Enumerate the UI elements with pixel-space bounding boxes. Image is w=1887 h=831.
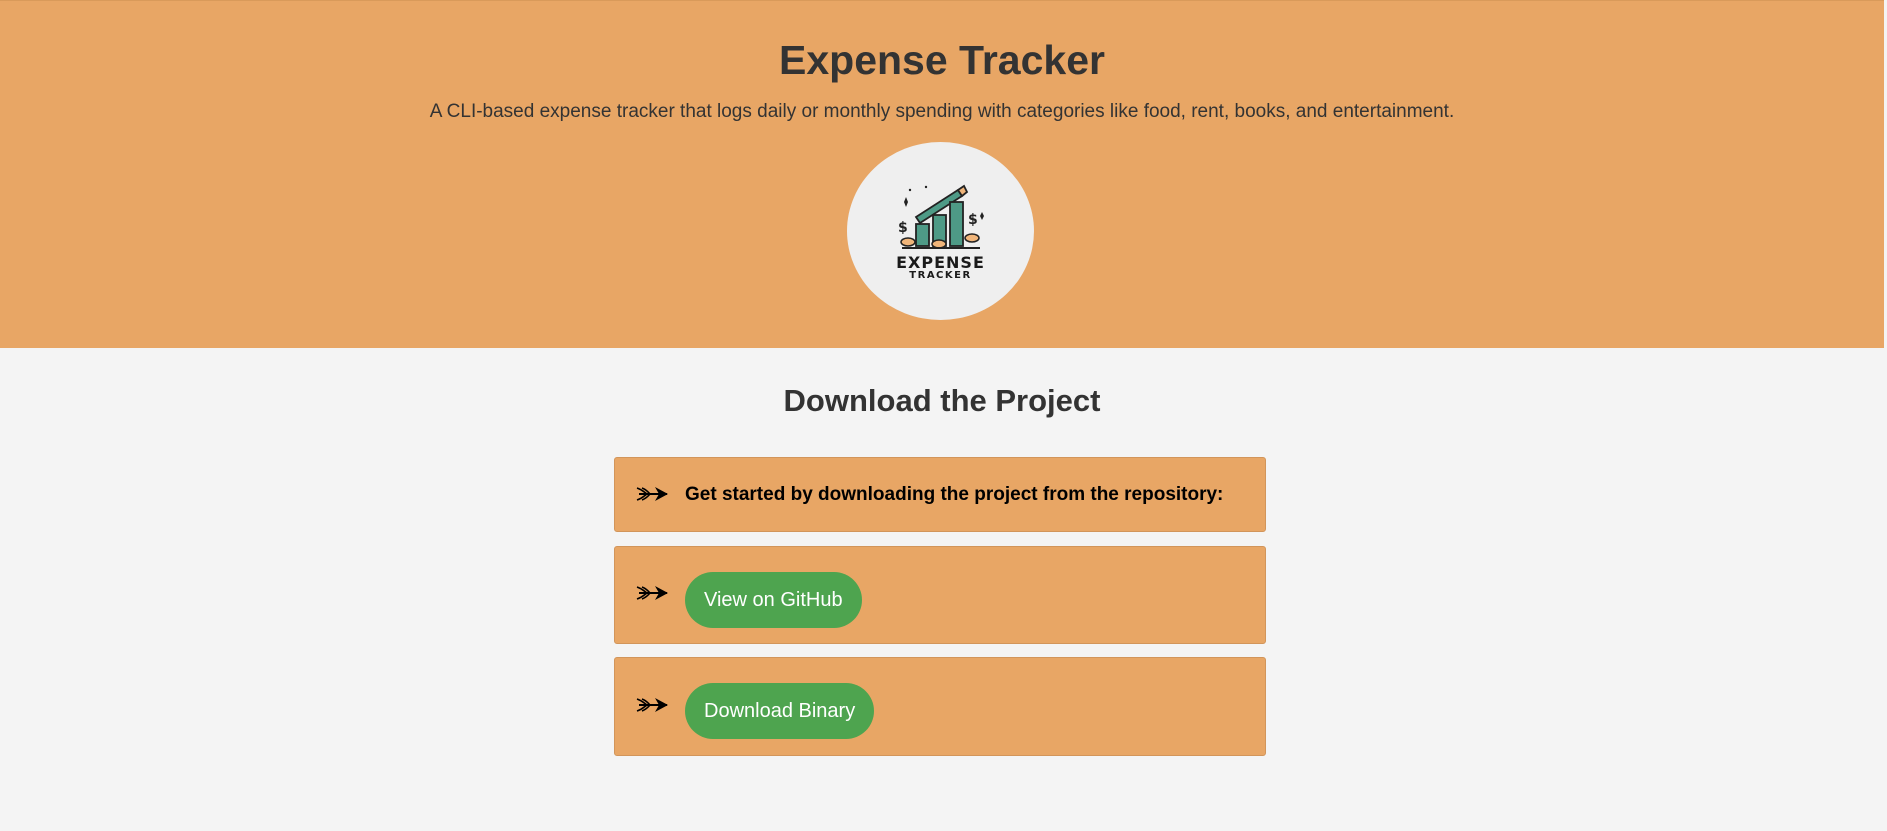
expense-tracker-logo: $ $ EXPENSE TRACKER: [847, 142, 1034, 320]
svg-text:$: $: [898, 220, 908, 236]
arrow-icon: [636, 698, 668, 712]
chart-icon: $ $: [898, 184, 984, 249]
svg-text:$: $: [968, 212, 978, 228]
download-section-title: Download the Project: [783, 383, 1101, 418]
logo-text-tracker: TRACKER: [909, 270, 972, 281]
page-subtitle: A CLI-based expense tracker that logs da…: [429, 101, 1455, 122]
view-on-github-button[interactable]: View on GitHub: [685, 572, 862, 628]
github-card: View on GitHub: [614, 546, 1266, 644]
page-title: Expense Tracker: [779, 37, 1105, 83]
arrow-icon: [636, 586, 668, 600]
download-intro-text: Get started by downloading the project f…: [685, 484, 1224, 505]
header-banner: Expense Tracker A CLI-based expense trac…: [0, 0, 1884, 348]
arrow-icon: [636, 487, 668, 501]
download-binary-button[interactable]: Download Binary: [685, 683, 875, 739]
binary-card: Download Binary: [614, 657, 1266, 756]
intro-card: Get started by downloading the project f…: [614, 457, 1266, 532]
